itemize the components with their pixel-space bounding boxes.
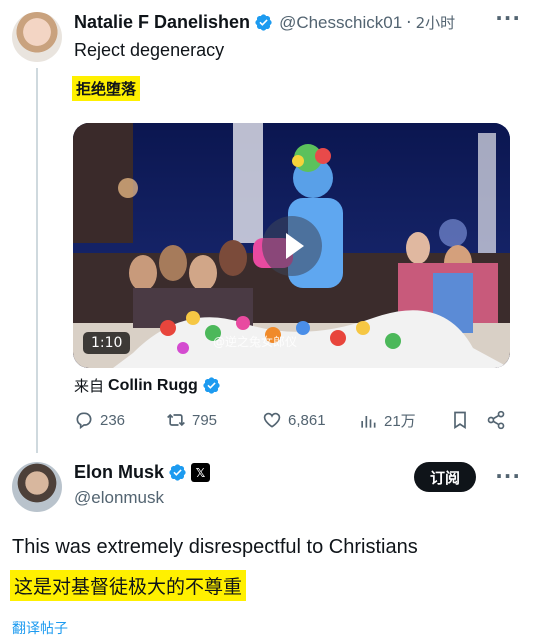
x-affiliation-icon: 𝕏 [191,463,211,482]
tweet-text: Reject degeneracy [74,40,225,60]
views-chart-icon [361,415,376,428]
view-count: 21万 [384,413,416,430]
video-player[interactable]: 1:10 @逆之兔女郎仪 [73,123,510,368]
from-label: 来自 [74,377,105,395]
verified-badge-icon [255,14,272,31]
retweet-count: 795 [192,411,218,429]
timestamp[interactable]: 2小时 [416,12,456,33]
source-attribution: 来自 Collin Rugg [74,375,221,396]
tweet-text: This was extremely disrespectful to Chri… [12,536,418,558]
reply-button[interactable]: 236 [74,410,125,430]
separator: · [406,12,412,33]
bookmark-icon [454,411,466,430]
retweet-icon [167,413,185,427]
like-count: 6,861 [288,411,326,429]
verified-badge-icon [203,377,220,394]
play-button[interactable] [262,216,322,276]
watermark: @逆之兔女郎仪 [213,335,298,349]
author-name[interactable]: Natalie F Danelishen [74,12,250,33]
views-button[interactable]: 21万 [358,410,416,431]
author-handle[interactable]: @elonmusk [74,488,164,508]
action-bar: 236 795 6,861 21万 [74,410,514,436]
heart-icon [263,412,281,428]
translation-highlight: 这是对基督徒极大的不尊重 [10,570,247,601]
video-duration: 1:10 [83,332,131,354]
more-options-icon[interactable]: ··· [495,464,521,488]
thread-line [36,68,38,453]
retweet-button[interactable]: 795 [166,410,217,430]
reply-count: 236 [100,411,126,429]
author-handle[interactable]: @Chesschick01 [279,13,402,33]
translation-highlight: 拒绝堕落 [72,76,141,101]
bookmark-button[interactable] [450,410,476,430]
more-options-icon[interactable]: ··· [495,6,521,30]
tweet2-header: Elon Musk 𝕏 [74,462,211,483]
avatar[interactable] [12,462,62,512]
avatar[interactable] [12,12,62,62]
reply-icon [76,412,92,430]
source-author[interactable]: Collin Rugg [108,377,198,395]
author-name[interactable]: Elon Musk [74,462,164,483]
share-icon [487,410,505,430]
translate-post-link[interactable]: 翻译帖子 [12,618,68,638]
verified-badge-icon [169,464,186,481]
like-button[interactable]: 6,861 [262,410,326,430]
tweet1-header: Natalie F Danelishen @Chesschick01 · 2小时 [74,12,455,33]
subscribe-button[interactable]: 订阅 [414,462,476,492]
share-button[interactable] [486,410,512,430]
